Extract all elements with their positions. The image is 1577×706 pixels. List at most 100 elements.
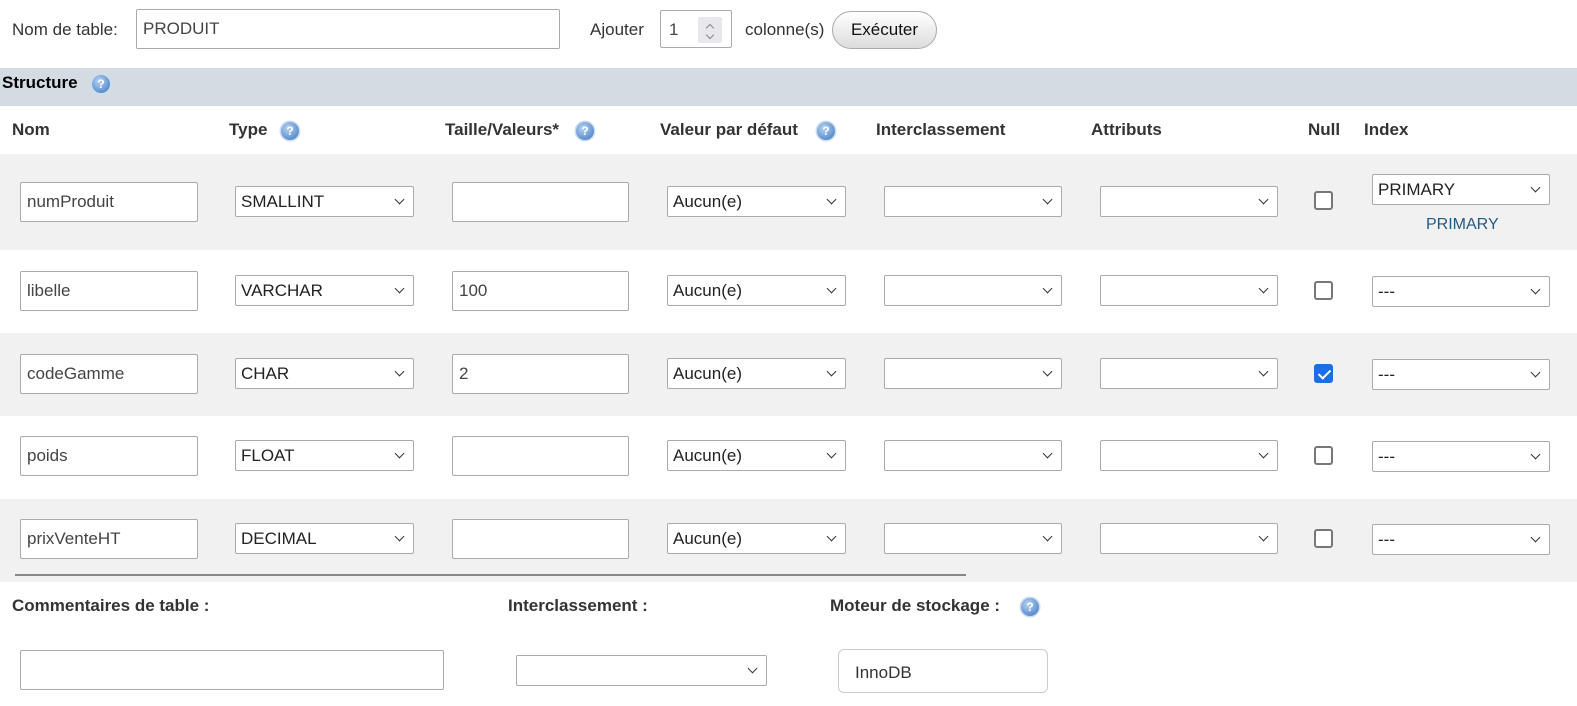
- column-default-select[interactable]: Aucun(e): [667, 275, 846, 306]
- table-row: VARCHAR Aucun(e) ---: [0, 250, 1577, 333]
- select-value: Aucun(e): [673, 281, 742, 300]
- column-attributes-select[interactable]: [1100, 523, 1278, 554]
- null-checkbox[interactable]: [1314, 446, 1333, 465]
- select-value: FLOAT: [241, 446, 295, 465]
- chevron-down-icon: [1530, 449, 1541, 460]
- null-checkbox[interactable]: [1314, 281, 1333, 300]
- select-value: Aucun(e): [673, 192, 742, 211]
- primary-key-link[interactable]: PRIMARY: [1426, 216, 1499, 234]
- column-attributes-select[interactable]: [1100, 275, 1278, 306]
- table-comments-label: Commentaires de table :: [12, 596, 210, 615]
- column-type-select[interactable]: CHAR: [235, 358, 414, 389]
- chevron-down-icon: [1042, 448, 1053, 459]
- column-index-select[interactable]: ---: [1372, 359, 1550, 390]
- column-name-input[interactable]: [20, 182, 198, 222]
- null-checkbox[interactable]: [1314, 191, 1333, 210]
- chevron-down-icon: [1530, 367, 1541, 378]
- table-collation-label: Interclassement :: [508, 596, 648, 615]
- column-type-select[interactable]: FLOAT: [235, 440, 414, 471]
- chevron-down-icon: [747, 663, 758, 674]
- chevron-down-icon: [394, 283, 405, 294]
- column-default-select[interactable]: Aucun(e): [667, 358, 846, 389]
- column-index-select[interactable]: ---: [1372, 276, 1550, 307]
- help-icon[interactable]: ?: [1021, 598, 1039, 616]
- select-value: VARCHAR: [241, 281, 323, 300]
- horizontal-scrollbar[interactable]: [15, 574, 966, 576]
- chevron-down-icon: [394, 531, 405, 542]
- select-value: Aucun(e): [673, 364, 742, 383]
- column-default-select[interactable]: Aucun(e): [667, 440, 846, 471]
- column-attributes-select[interactable]: [1100, 186, 1278, 217]
- column-length-input[interactable]: [452, 519, 629, 559]
- table-name-label: Nom de table:: [12, 20, 118, 39]
- chevron-down-icon: [1258, 531, 1269, 542]
- chevron-down-icon: [394, 194, 405, 205]
- column-default-select[interactable]: Aucun(e): [667, 523, 846, 554]
- column-attributes-select[interactable]: [1100, 358, 1278, 389]
- select-value: CHAR: [241, 364, 290, 383]
- chevron-down-icon: [1530, 182, 1541, 193]
- column-type-select[interactable]: DECIMAL: [235, 523, 414, 554]
- chevron-down-icon: [826, 283, 837, 294]
- chevron-down-icon: [1042, 283, 1053, 294]
- chevron-down-icon: [826, 531, 837, 542]
- column-name-input[interactable]: [20, 436, 198, 476]
- column-length-input[interactable]: [452, 182, 629, 222]
- null-checkbox[interactable]: [1314, 529, 1333, 548]
- column-name-input[interactable]: [20, 354, 198, 394]
- table-row: CHAR Aucun(e) ---: [0, 333, 1577, 416]
- header-name: Nom: [12, 120, 50, 139]
- column-length-input[interactable]: [452, 436, 629, 476]
- chevron-down-icon: [1530, 284, 1541, 295]
- header-default: Valeur par défaut: [660, 120, 798, 139]
- chevron-down-icon: [1258, 366, 1269, 377]
- column-collation-select[interactable]: [884, 523, 1062, 554]
- chevron-down-icon: [394, 366, 405, 377]
- structure-title: Structure: [2, 73, 78, 92]
- add-columns-value: 1: [669, 20, 679, 39]
- table-row: FLOAT Aucun(e) ---: [0, 416, 1577, 499]
- column-name-input[interactable]: [20, 271, 198, 311]
- table-name-input[interactable]: [136, 9, 560, 49]
- chevron-down-icon: [826, 194, 837, 205]
- select-value: Aucun(e): [673, 446, 742, 465]
- column-name-input[interactable]: [20, 519, 198, 559]
- column-collation-select[interactable]: [884, 440, 1062, 471]
- column-collation-select[interactable]: [884, 275, 1062, 306]
- column-index-select[interactable]: ---: [1372, 441, 1550, 472]
- help-icon[interactable]: ?: [817, 122, 835, 140]
- column-collation-select[interactable]: [884, 186, 1062, 217]
- help-icon[interactable]: ?: [281, 122, 299, 140]
- table-collation-select[interactable]: [516, 655, 767, 686]
- header-attributes: Attributs: [1091, 120, 1162, 139]
- table-comments-input[interactable]: [20, 650, 444, 690]
- column-index-select[interactable]: ---: [1372, 524, 1550, 555]
- table-row: SMALLINT Aucun(e) PRIMARY PRIMARY: [0, 154, 1577, 250]
- column-type-select[interactable]: VARCHAR: [235, 275, 414, 306]
- column-collation-select[interactable]: [884, 358, 1062, 389]
- chevron-down-icon: [1042, 531, 1053, 542]
- table-options-bar: Nom de table: Ajouter 1 colonne(s) Exécu…: [0, 0, 1577, 68]
- execute-button[interactable]: Exécuter: [832, 11, 937, 49]
- header-null: Null: [1308, 120, 1341, 139]
- header-length: Taille/Valeurs*: [445, 120, 560, 139]
- table-row: DECIMAL Aucun(e) ---: [0, 499, 1577, 582]
- column-attributes-select[interactable]: [1100, 440, 1278, 471]
- null-checkbox[interactable]: [1314, 364, 1333, 383]
- column-type-select[interactable]: SMALLINT: [235, 186, 414, 217]
- spinner-icon[interactable]: [698, 17, 722, 43]
- storage-engine-label: Moteur de stockage :: [830, 596, 1001, 615]
- chevron-down-icon: [826, 448, 837, 459]
- select-value: ---: [1378, 282, 1395, 301]
- help-icon[interactable]: ?: [576, 122, 594, 140]
- column-length-input[interactable]: [452, 271, 629, 311]
- help-icon[interactable]: ?: [92, 75, 110, 93]
- column-length-input[interactable]: [452, 354, 629, 394]
- column-index-select[interactable]: PRIMARY: [1372, 174, 1550, 205]
- select-value: ---: [1378, 447, 1395, 466]
- select-value: DECIMAL: [241, 529, 317, 548]
- add-columns-stepper[interactable]: 1: [660, 10, 732, 48]
- add-label: Ajouter: [590, 20, 644, 39]
- storage-engine-select[interactable]: InnoDB: [838, 649, 1048, 693]
- column-default-select[interactable]: Aucun(e): [667, 186, 846, 217]
